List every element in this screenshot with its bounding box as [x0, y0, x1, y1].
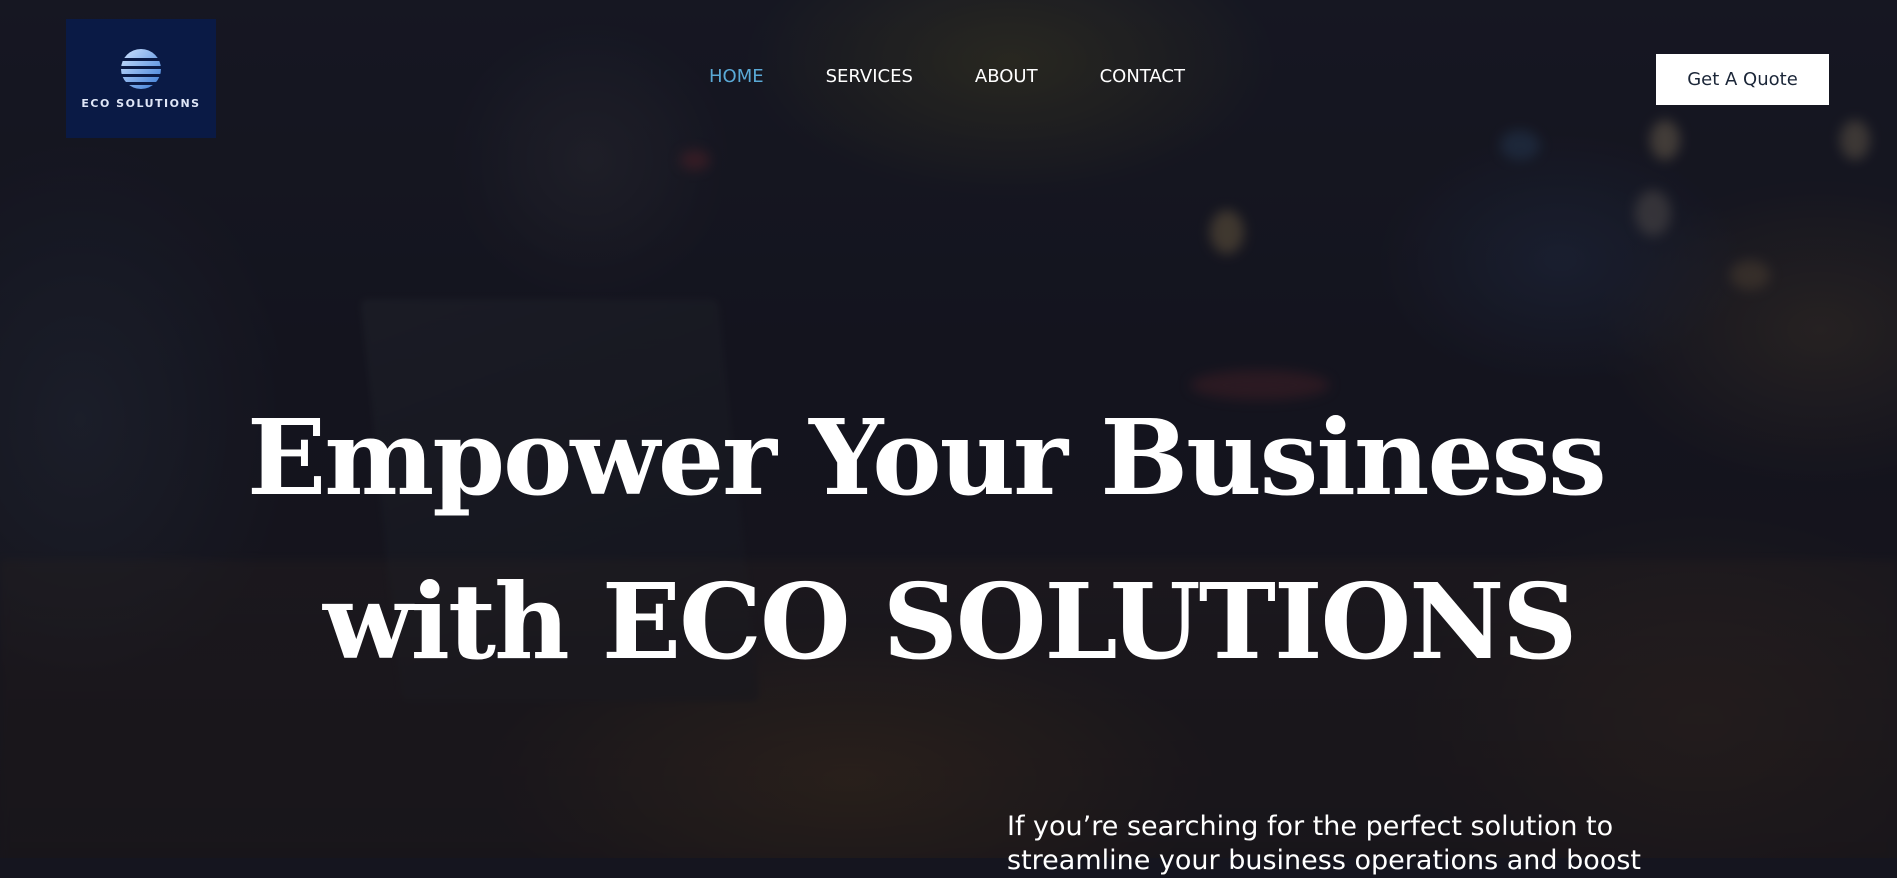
main-nav: HOME SERVICES ABOUT CONTACT — [709, 66, 1185, 87]
nav-item-contact[interactable]: CONTACT — [1100, 66, 1185, 87]
nav-item-about[interactable]: ABOUT — [975, 66, 1038, 87]
globe-stripes-icon — [121, 49, 161, 89]
brand-logo[interactable]: ECO SOLUTIONS — [66, 19, 216, 138]
hero-title-line-1: Empower Your Business — [247, 396, 1607, 519]
get-a-quote-button[interactable]: Get A Quote — [1656, 54, 1829, 105]
logo-text: ECO SOLUTIONS — [81, 97, 201, 110]
nav-item-services[interactable]: SERVICES — [826, 66, 913, 87]
hero-title-line-2: with ECO SOLUTIONS — [323, 560, 1577, 683]
nav-item-home[interactable]: HOME — [709, 66, 764, 87]
hero-description: If you’re searching for the perfect solu… — [1007, 811, 1641, 876]
